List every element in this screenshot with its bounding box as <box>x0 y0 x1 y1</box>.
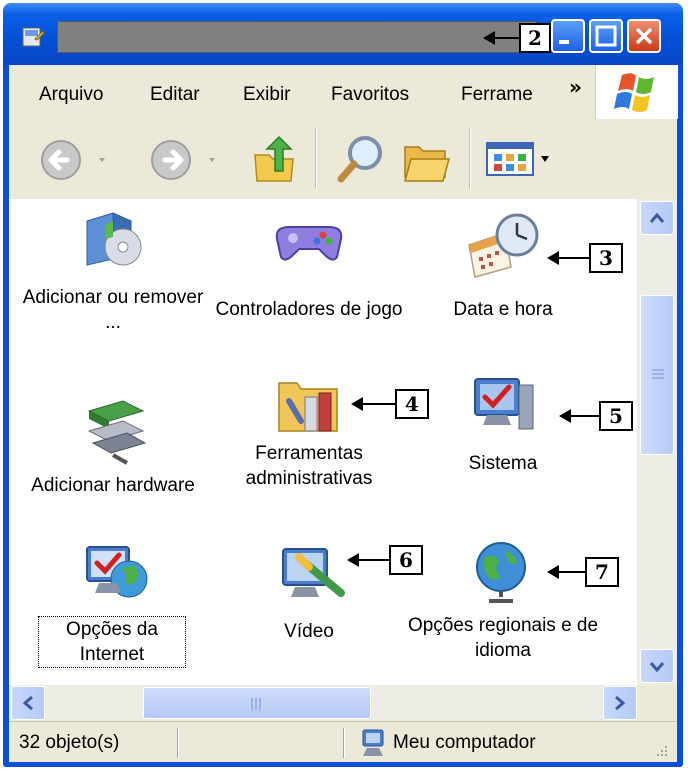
toolbar <box>9 119 677 200</box>
scroll-left-button[interactable] <box>11 686 45 720</box>
menu-ferramentas[interactable]: Ferrame <box>461 84 533 106</box>
scrollbar-corner <box>637 685 677 721</box>
callout-arrow <box>547 251 589 265</box>
item-label: Opções da Internet <box>38 616 186 668</box>
menu-arquivo[interactable]: Arquivo <box>39 84 103 106</box>
item-label: Sistema <box>468 453 538 474</box>
callout-2: 2 <box>519 23 551 53</box>
control-panel-icon[interactable] <box>21 25 45 49</box>
toolbar-separator <box>315 127 317 189</box>
admin-tools-icon <box>278 382 338 432</box>
menu-bar: Arquivo Editar Exibir Favoritos Ferrame … <box>9 65 678 120</box>
item-label: Adicionar ou remover ... <box>22 287 204 333</box>
views-icon[interactable] <box>485 141 555 177</box>
chevron-up-icon <box>649 212 665 223</box>
location-label: Meu computador <box>393 732 536 753</box>
menu-favoritos[interactable]: Favoritos <box>331 84 409 106</box>
regional-options-icon <box>476 542 526 603</box>
callout-4: 4 <box>395 389 429 419</box>
add-hardware-icon <box>87 400 147 465</box>
maximize-icon <box>595 25 617 47</box>
explorer-window: 2 Arquivo Editar Exibir Favoritos Ferram… <box>3 3 683 767</box>
add-remove-programs-icon <box>86 212 142 266</box>
item-label: Controladores de jogo <box>215 299 403 320</box>
callout-7: 7 <box>585 557 619 587</box>
callout-5: 5 <box>599 401 633 431</box>
status-bar: 32 objeto(s) Meu computador <box>9 721 677 762</box>
callout-6: 6 <box>389 545 423 575</box>
resize-grip-icon[interactable] <box>653 744 669 760</box>
callout-arrow <box>351 397 395 411</box>
item-label: Data e hora <box>453 299 553 320</box>
forward-icon[interactable] <box>149 137 229 183</box>
item-label: Opções regionais e de idioma <box>407 615 599 661</box>
folders-icon[interactable] <box>401 137 453 185</box>
minimize-button[interactable] <box>551 19 585 53</box>
vertical-scroll-thumb[interactable] <box>640 295 674 455</box>
content-pane: Adicionar ou remover ... Controladores d… <box>9 199 637 685</box>
scroll-right-button[interactable] <box>603 686 637 720</box>
chevron-down-icon <box>649 662 665 672</box>
status-separator <box>343 728 345 758</box>
system-icon <box>474 378 534 430</box>
scroll-down-button[interactable] <box>640 649 674 683</box>
callout-arrow <box>559 409 599 423</box>
vertical-scrollbar[interactable] <box>637 199 677 685</box>
chevron-right-icon <box>615 695 626 711</box>
scroll-up-button[interactable] <box>640 201 674 235</box>
menu-overflow-chevron[interactable]: » <box>569 75 582 99</box>
horizontal-scroll-thumb[interactable] <box>143 687 371 719</box>
close-button[interactable] <box>627 19 661 53</box>
window-title <box>57 21 537 53</box>
windows-logo <box>595 65 678 119</box>
game-controller-icon <box>275 226 343 261</box>
maximize-button[interactable] <box>589 19 623 53</box>
close-icon <box>635 27 653 45</box>
item-label: Ferramentas administrativas <box>245 443 373 489</box>
my-computer-icon <box>362 729 384 756</box>
callout-arrow <box>547 565 585 579</box>
status-separator <box>177 728 179 758</box>
callout-arrow <box>483 31 519 45</box>
up-folder-icon[interactable] <box>251 135 299 185</box>
menu-editar[interactable]: Editar <box>150 84 200 106</box>
search-icon[interactable] <box>335 133 387 185</box>
minimize-icon <box>559 40 569 44</box>
title-bar[interactable]: 2 <box>3 3 683 65</box>
grip-icon <box>652 369 664 379</box>
date-time-icon <box>468 213 539 278</box>
chevron-left-icon <box>22 695 33 711</box>
internet-options-icon <box>86 546 148 598</box>
windows-flag-icon <box>614 73 654 112</box>
menu-exibir[interactable]: Exibir <box>243 84 291 106</box>
item-label: Adicionar hardware <box>31 475 195 496</box>
grip-icon <box>251 698 261 710</box>
callout-arrow <box>347 553 389 567</box>
horizontal-scrollbar[interactable] <box>9 685 637 721</box>
display-icon <box>282 548 345 597</box>
toolbar-separator <box>469 127 471 189</box>
object-count: 32 objeto(s) <box>19 732 120 753</box>
item-label: Vídeo <box>284 621 334 642</box>
callout-3: 3 <box>589 243 623 273</box>
back-icon[interactable] <box>39 137 119 183</box>
